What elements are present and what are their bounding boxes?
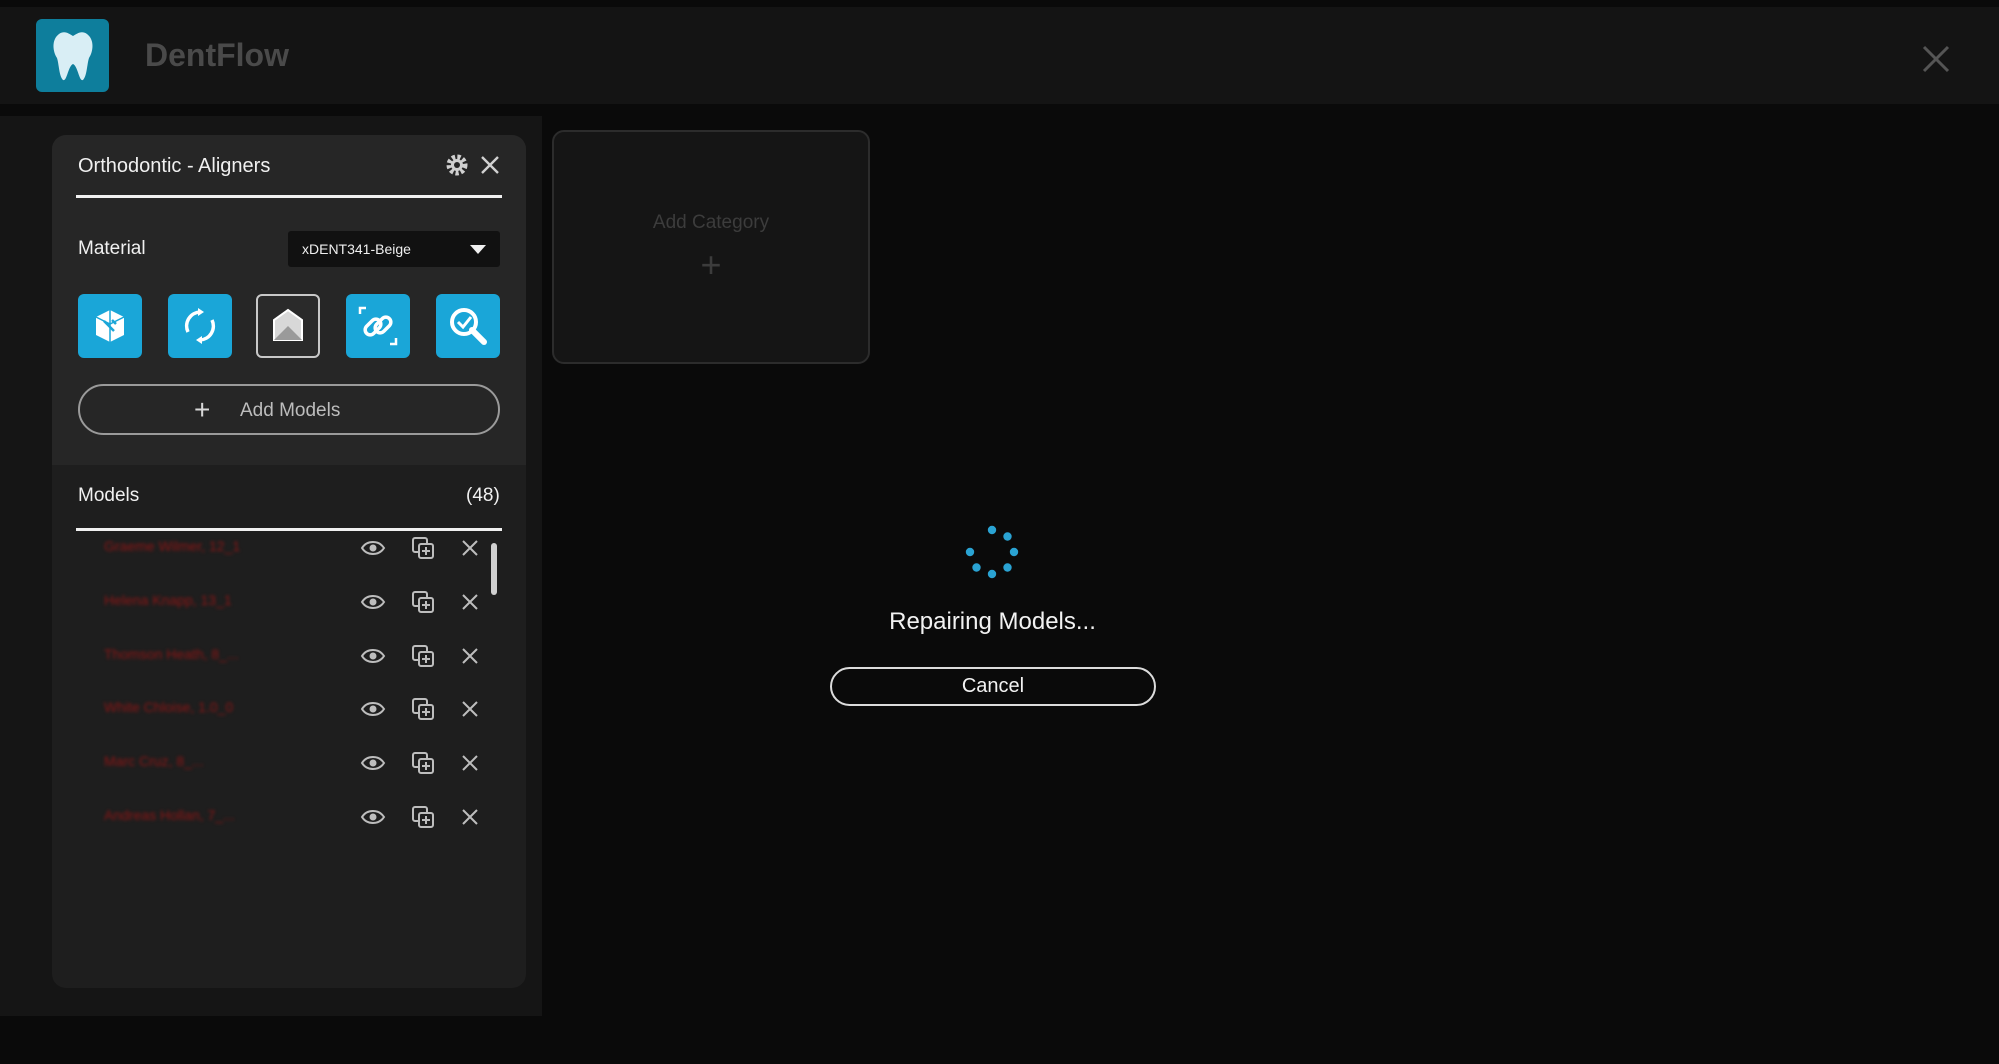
model-name: Helena Knapp, 13_1 <box>104 592 232 608</box>
eye-icon[interactable] <box>360 535 386 561</box>
chevron-down-icon <box>470 245 486 254</box>
model-name: Andreas Hollan, 7_... <box>104 807 235 823</box>
gear-icon[interactable] <box>444 152 470 178</box>
eye-icon[interactable] <box>360 750 386 776</box>
duplicate-icon[interactable] <box>410 750 436 776</box>
add-models-label: Add Models <box>240 400 341 421</box>
add-models-button[interactable]: + Add Models <box>78 384 500 435</box>
model-name: White Chloise, 1.0_0 <box>104 699 234 715</box>
eye-icon[interactable] <box>360 643 386 669</box>
link-frame-icon[interactable] <box>346 294 410 358</box>
list-item[interactable]: Graeme Wilmer, 12_1 <box>52 523 526 573</box>
list-item[interactable]: Andreas Hollan, 7_... <box>52 792 526 842</box>
model-name: Thomson Heath, 8_... <box>104 646 239 662</box>
model-name: Graeme Wilmer, 12_1 <box>104 538 241 554</box>
duplicate-icon[interactable] <box>410 643 436 669</box>
eye-icon[interactable] <box>360 804 386 830</box>
close-icon[interactable] <box>458 536 482 560</box>
models-count: (48) <box>466 485 500 506</box>
close-icon[interactable] <box>478 153 502 177</box>
title-bar: DentFlow <box>0 7 1999 104</box>
loading-spinner-icon <box>965 525 1019 579</box>
add-category-label: Add Category <box>652 212 770 233</box>
material-select[interactable]: xDENT341-Beige <box>288 231 500 267</box>
repair-cube-icon[interactable] <box>78 294 142 358</box>
close-icon[interactable] <box>1918 41 1954 77</box>
status-text-row: Repairing Models... <box>0 608 1999 636</box>
add-category-button[interactable]: Add Category + <box>552 130 870 364</box>
category-panel: Orthodontic - Aligners Material xDENT341… <box>52 135 526 988</box>
list-item[interactable]: White Chloise, 1.0_0 <box>52 684 526 734</box>
tooth-icon <box>36 19 109 92</box>
list-item[interactable]: Thomson Heath, 8_... <box>52 631 526 681</box>
list-item[interactable]: Marc Cruz, 8_... <box>52 738 526 788</box>
close-icon[interactable] <box>458 751 482 775</box>
scrollbar[interactable] <box>491 543 497 595</box>
duplicate-icon[interactable] <box>410 804 436 830</box>
eye-icon[interactable] <box>360 696 386 722</box>
magnify-check-icon[interactable] <box>436 294 500 358</box>
close-icon[interactable] <box>458 644 482 668</box>
close-icon[interactable] <box>458 697 482 721</box>
app-title: DentFlow <box>145 37 289 73</box>
plus-icon: + <box>194 394 211 425</box>
model-name: Marc Cruz, 8_... <box>104 753 204 769</box>
plus-icon: + <box>700 244 722 285</box>
house-base-icon[interactable] <box>256 294 320 358</box>
status-text: Repairing Models... <box>889 608 1096 635</box>
rotate-arrows-icon[interactable] <box>168 294 232 358</box>
divider <box>76 195 502 198</box>
panel-title: Orthodontic - Aligners <box>78 155 271 177</box>
cancel-button[interactable]: Cancel <box>830 667 1156 706</box>
close-icon[interactable] <box>458 805 482 829</box>
models-heading: Models <box>78 485 140 506</box>
duplicate-icon[interactable] <box>410 535 436 561</box>
duplicate-icon[interactable] <box>410 696 436 722</box>
material-label: Material <box>78 238 146 259</box>
material-value: xDENT341-Beige <box>302 241 411 257</box>
